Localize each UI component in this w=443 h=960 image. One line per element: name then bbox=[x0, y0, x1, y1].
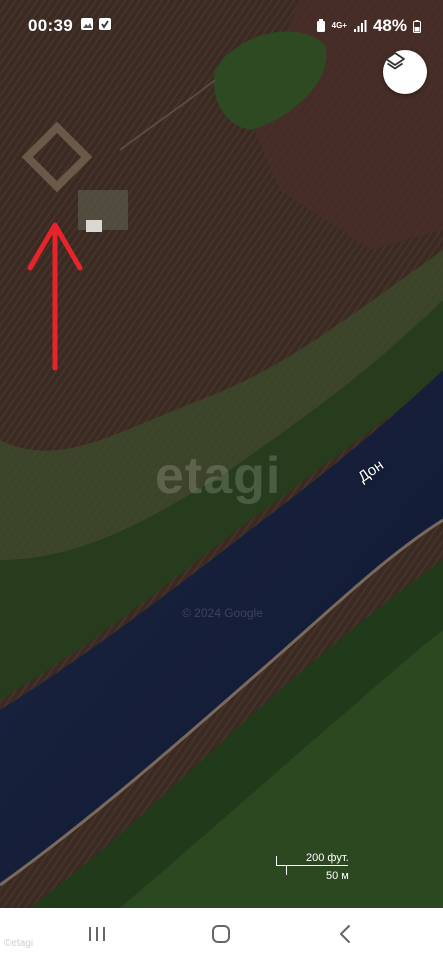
building bbox=[86, 220, 102, 232]
scale-bar: 200 фут. 50 м bbox=[272, 850, 372, 886]
battery-percent: 48% bbox=[372, 16, 407, 35]
gallery-icon bbox=[81, 18, 93, 30]
status-time: 00:39 bbox=[28, 16, 73, 35]
home-icon bbox=[212, 925, 230, 943]
recents-button[interactable] bbox=[82, 920, 112, 948]
battery-icon bbox=[413, 19, 421, 33]
map-view[interactable]: etagi © 2024 Google Дон 200 фут. 50 м bbox=[0, 0, 443, 908]
watermark: etagi bbox=[155, 447, 282, 505]
checkbox-icon bbox=[99, 18, 111, 30]
map-copyright: © 2024 Google bbox=[182, 606, 263, 620]
navigation-bar bbox=[0, 908, 443, 960]
layers-icon bbox=[385, 52, 405, 70]
corner-watermark: ©etagi bbox=[4, 938, 34, 949]
back-button[interactable] bbox=[330, 920, 360, 948]
back-icon bbox=[340, 925, 350, 943]
battery-saver-icon bbox=[316, 19, 325, 32]
status-right: 4G+ 48% bbox=[316, 16, 421, 36]
network-type: 4G+ bbox=[331, 21, 347, 30]
home-button[interactable] bbox=[206, 920, 236, 948]
scale-meters-label: 50 м bbox=[326, 870, 349, 882]
recents-icon bbox=[89, 927, 105, 941]
layers-button[interactable] bbox=[383, 50, 427, 94]
scale-feet-label: 200 фут. bbox=[306, 852, 349, 864]
status-bar: 00:39 4G+ 48% bbox=[0, 0, 443, 52]
signal-icon bbox=[353, 20, 367, 32]
building-plot bbox=[78, 190, 128, 230]
